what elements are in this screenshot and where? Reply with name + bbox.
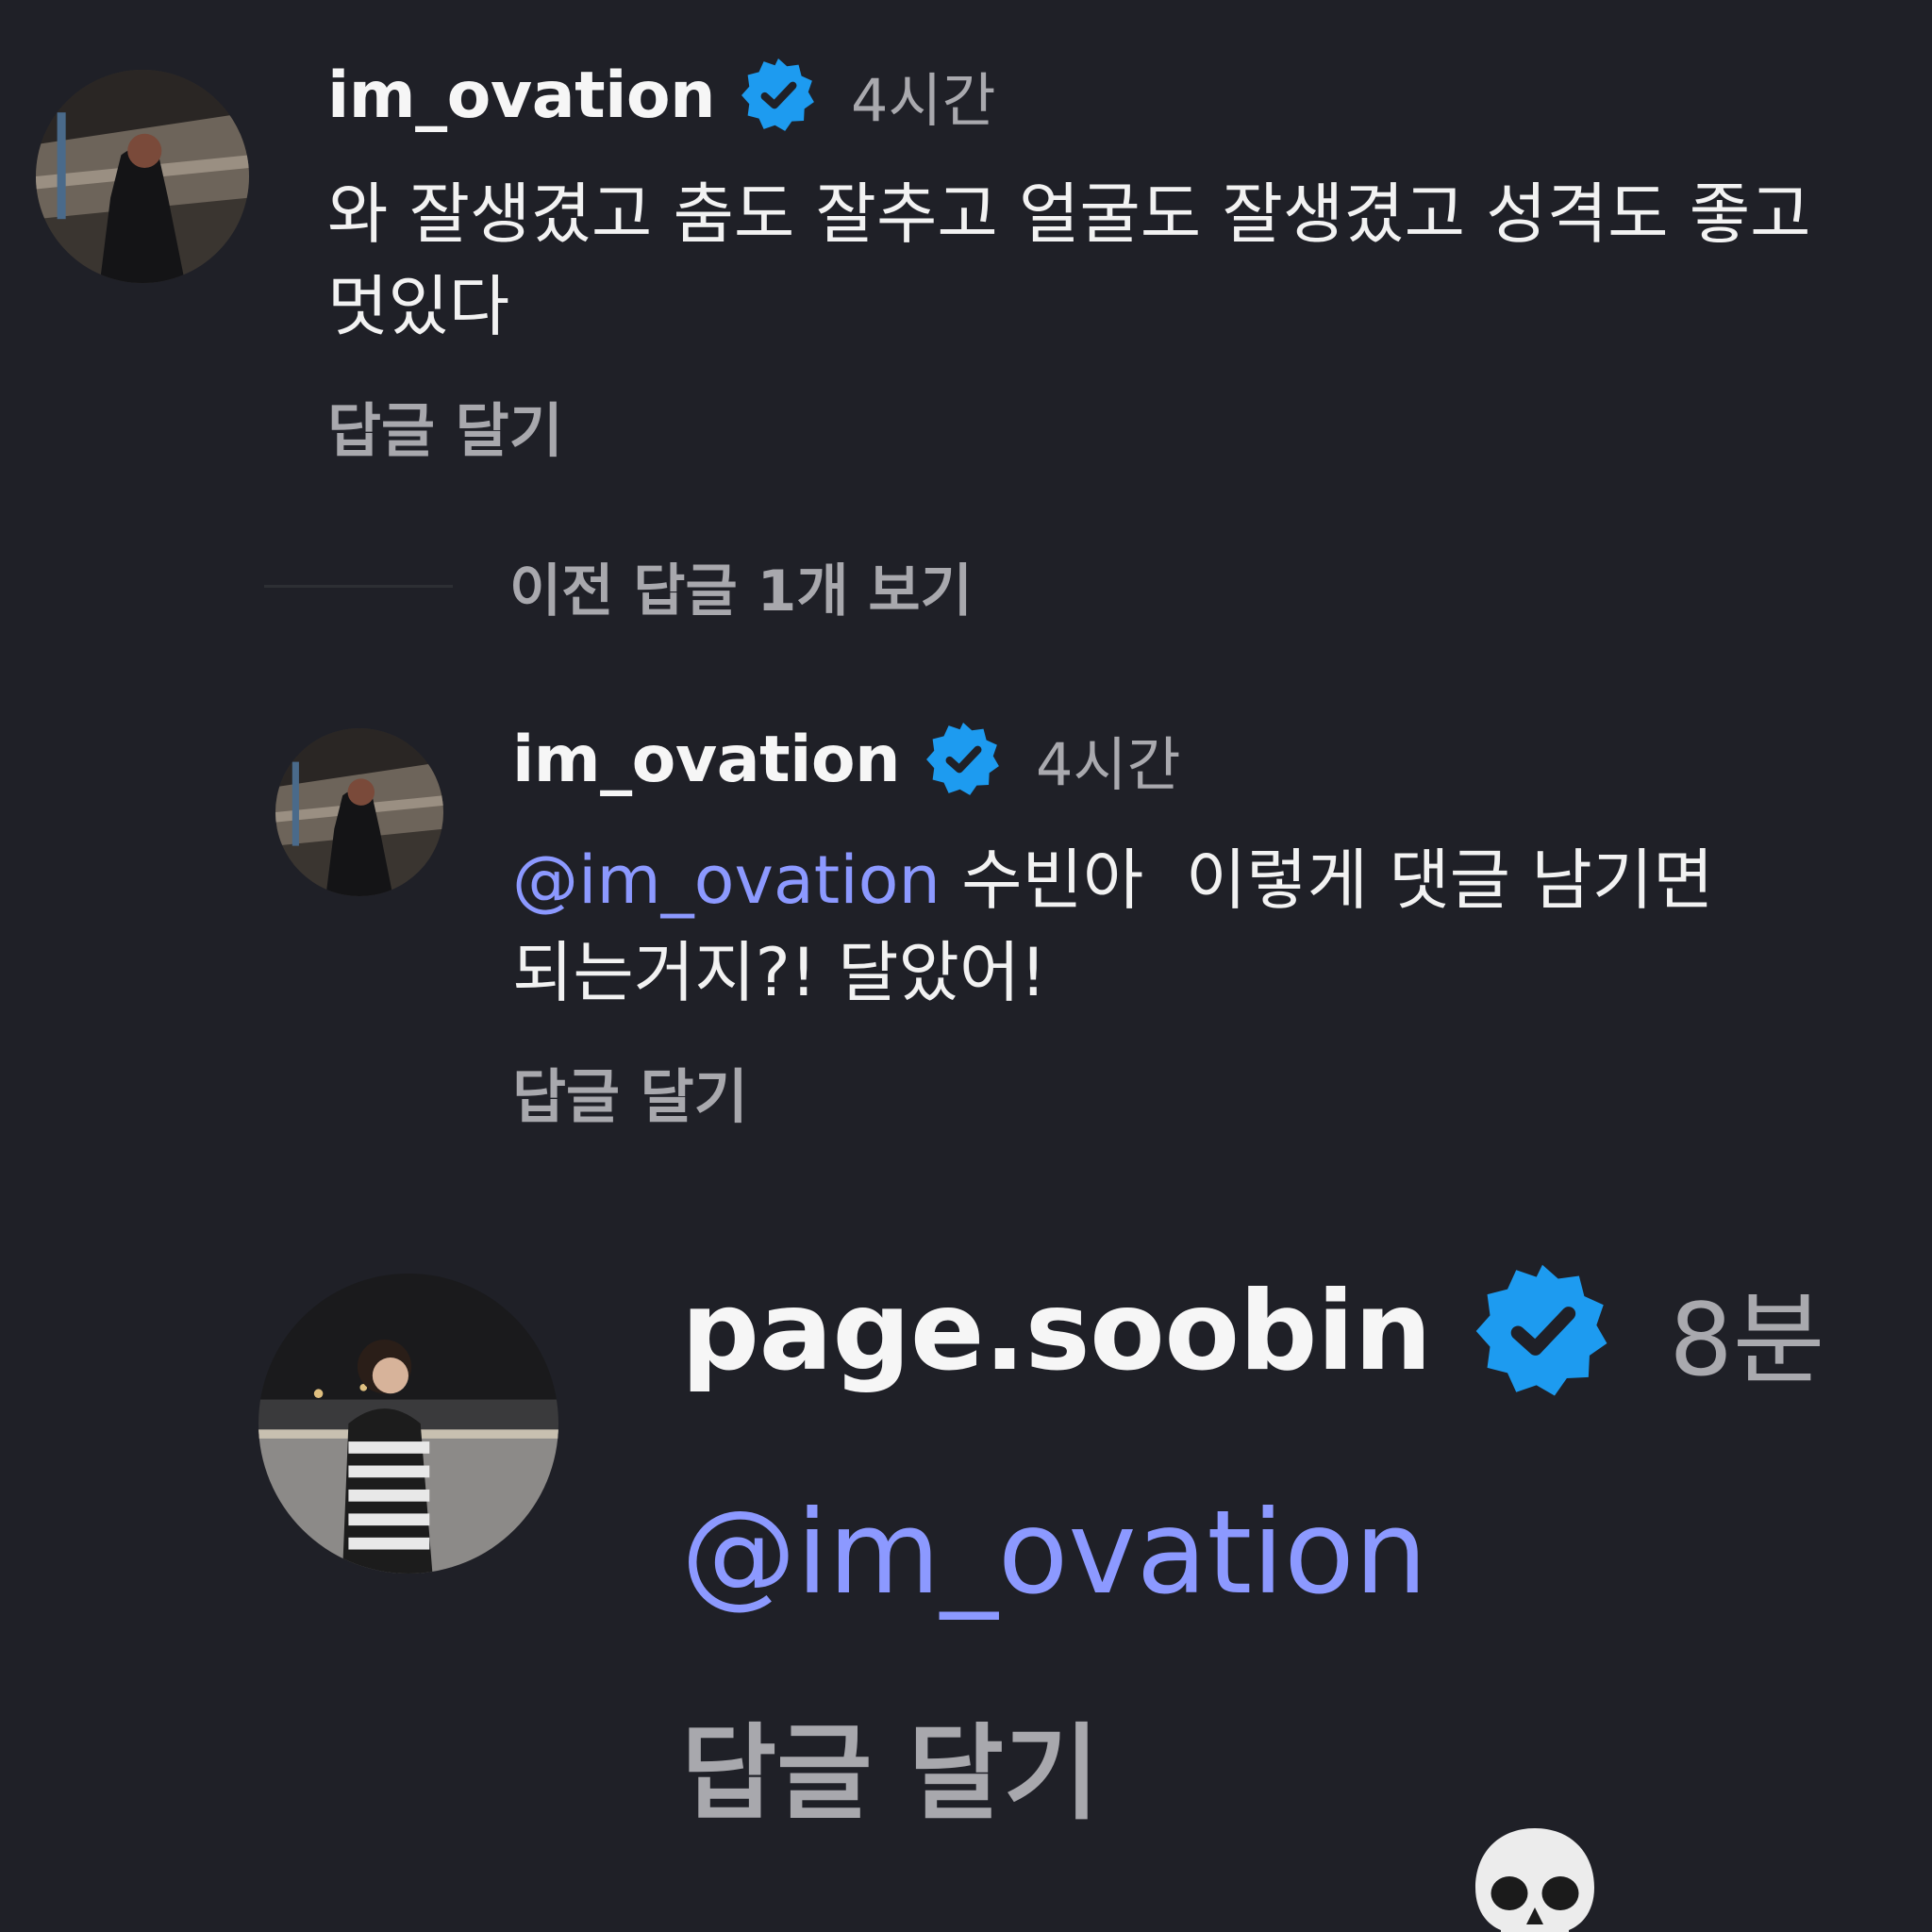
mention-link[interactable]: @im_ovation [681,1486,1427,1620]
reply-button[interactable]: 답글 달기 [681,1689,1099,1840]
view-previous-label: 이전 답글 1개 보기 [509,558,973,625]
comment-text: @im_ovation [681,1468,1907,1932]
avatar[interactable] [258,1274,558,1574]
username[interactable]: im_ovation [327,58,716,133]
verified-badge-icon [924,721,1002,798]
avatar[interactable] [275,728,443,896]
avatar[interactable] [36,70,249,283]
comment-text: @im_ovation 수빈아 이렇게 댓글 남기면 되는거지?! 달았어! [512,834,1814,1019]
skull-emoji [1464,1483,1606,1932]
comment-text: 와 잘생겼고 춤도 잘추고 얼굴도 잘생겼고 성격도 좋고 멋있다 [327,175,1832,345]
timestamp: 4시간 [1036,730,1181,799]
view-previous-replies[interactable]: 이전 답글 1개 보기 [264,545,973,627]
timestamp: 4시간 [851,66,996,135]
thread-line [264,585,453,588]
reply-button[interactable]: 답글 달기 [512,1049,748,1134]
verified-badge-icon [740,57,817,134]
timestamp: 8분 [1669,1282,1825,1398]
username[interactable]: im_ovation [512,723,901,797]
verified-badge-icon [1473,1261,1612,1401]
reply-button[interactable]: 답글 달기 [327,383,563,468]
mention-link[interactable]: @im_ovation [512,841,941,919]
username[interactable]: page.soobin [681,1268,1432,1395]
